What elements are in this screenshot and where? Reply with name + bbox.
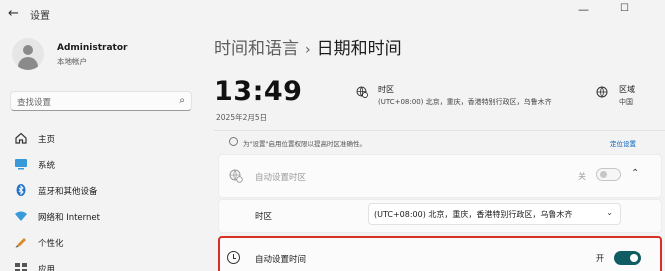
sidebar-item-label: 应用 (38, 265, 56, 271)
search-input[interactable]: 查找设置 ⌕ (10, 91, 192, 111)
auto-time-label: 自动设置时间 (255, 255, 307, 265)
personalization-icon (15, 238, 26, 248)
network-icon (15, 211, 27, 221)
avatar-body (18, 57, 38, 70)
sidebar-item-apps[interactable]: 应用 (10, 258, 192, 271)
system-icon (15, 159, 27, 170)
chevron-up-icon[interactable]: ⌃ (631, 168, 639, 179)
bluetooth-icon (16, 184, 26, 196)
breadcrumb: 时间和语言 › 日期和时间 (214, 34, 402, 59)
search-icon[interactable]: ⌕ (179, 95, 185, 106)
sidebar-item-label: 个性化 (38, 239, 64, 249)
auto-timezone-toggle[interactable] (596, 168, 621, 181)
breadcrumb-parent[interactable]: 时间和语言 (214, 39, 299, 59)
sidebar-item-system[interactable]: 系统 (10, 154, 192, 176)
sidebar-item-label: 系统 (38, 161, 56, 171)
sidebar-item-personalization[interactable]: 个性化 (10, 232, 192, 254)
search-placeholder: 查找设置 (17, 98, 52, 108)
region-summary-title: 区域 (619, 85, 635, 94)
clock-icon (227, 251, 240, 264)
account-type: 本地帐户 (57, 57, 87, 66)
avatar-head (23, 45, 33, 55)
region-globe-icon (596, 86, 608, 98)
apps-icon (15, 263, 27, 271)
sidebar-item-home[interactable]: 主页 (10, 128, 192, 150)
back-arrow-icon[interactable]: ← (8, 6, 19, 21)
sidebar-item-network[interactable]: 网络和 Internet (10, 206, 192, 228)
auto-timezone-label: 自动设置时区 (255, 173, 307, 183)
page-title: 日期和时间 (316, 39, 402, 59)
toggle-knob (630, 254, 638, 262)
timezone-dropdown[interactable]: (UTC+08:00) 北京，重庆，香港特别行政区，乌鲁木齐 ⌄ (368, 203, 621, 225)
current-time: 13:49 (214, 76, 303, 107)
app-title: 设置 (30, 11, 50, 22)
timezone-globe-clock-icon (356, 86, 368, 98)
timezone-summary-value: (UTC+08:00) 北京，重庆，香港特别行政区，乌鲁木齐 (378, 98, 552, 106)
timezone-summary-title: 时区 (378, 85, 394, 94)
maximize-icon[interactable]: ☐ (620, 3, 629, 14)
auto-time-state: 开 (596, 254, 604, 263)
avatar[interactable] (12, 38, 44, 70)
sidebar-item-bluetooth[interactable]: 蓝牙和其他设备 (10, 180, 192, 202)
region-summary-value: 中国 (619, 98, 633, 106)
current-date: 2025年2月5日 (216, 113, 268, 122)
info-icon (229, 137, 238, 146)
timezone-row-label: 时区 (255, 212, 273, 222)
auto-timezone-state: 关 (578, 172, 586, 181)
user-name: Administrator (57, 43, 128, 53)
location-notice: 为"设置"启用位置权限以提高时区准确性。 (243, 140, 366, 148)
sidebar-item-label: 网络和 Internet (38, 213, 100, 223)
chevron-down-icon: ⌄ (606, 208, 613, 217)
timezone-selected-value: (UTC+08:00) 北京，重庆，香港特别行政区，乌鲁木齐 (374, 210, 573, 219)
location-settings-link[interactable]: 定位设置 (610, 138, 636, 148)
title-bar: ← 设置 — ☐ (0, 0, 665, 28)
home-icon (15, 132, 27, 144)
sidebar-item-label: 蓝牙和其他设备 (38, 187, 98, 197)
divider (214, 130, 665, 131)
auto-timezone-icon (229, 169, 243, 183)
toggle-knob (600, 171, 607, 178)
sidebar-item-label: 主页 (38, 135, 56, 145)
auto-time-toggle[interactable] (614, 251, 641, 265)
minimize-icon[interactable]: — (578, 3, 589, 16)
breadcrumb-separator: › (305, 42, 311, 58)
